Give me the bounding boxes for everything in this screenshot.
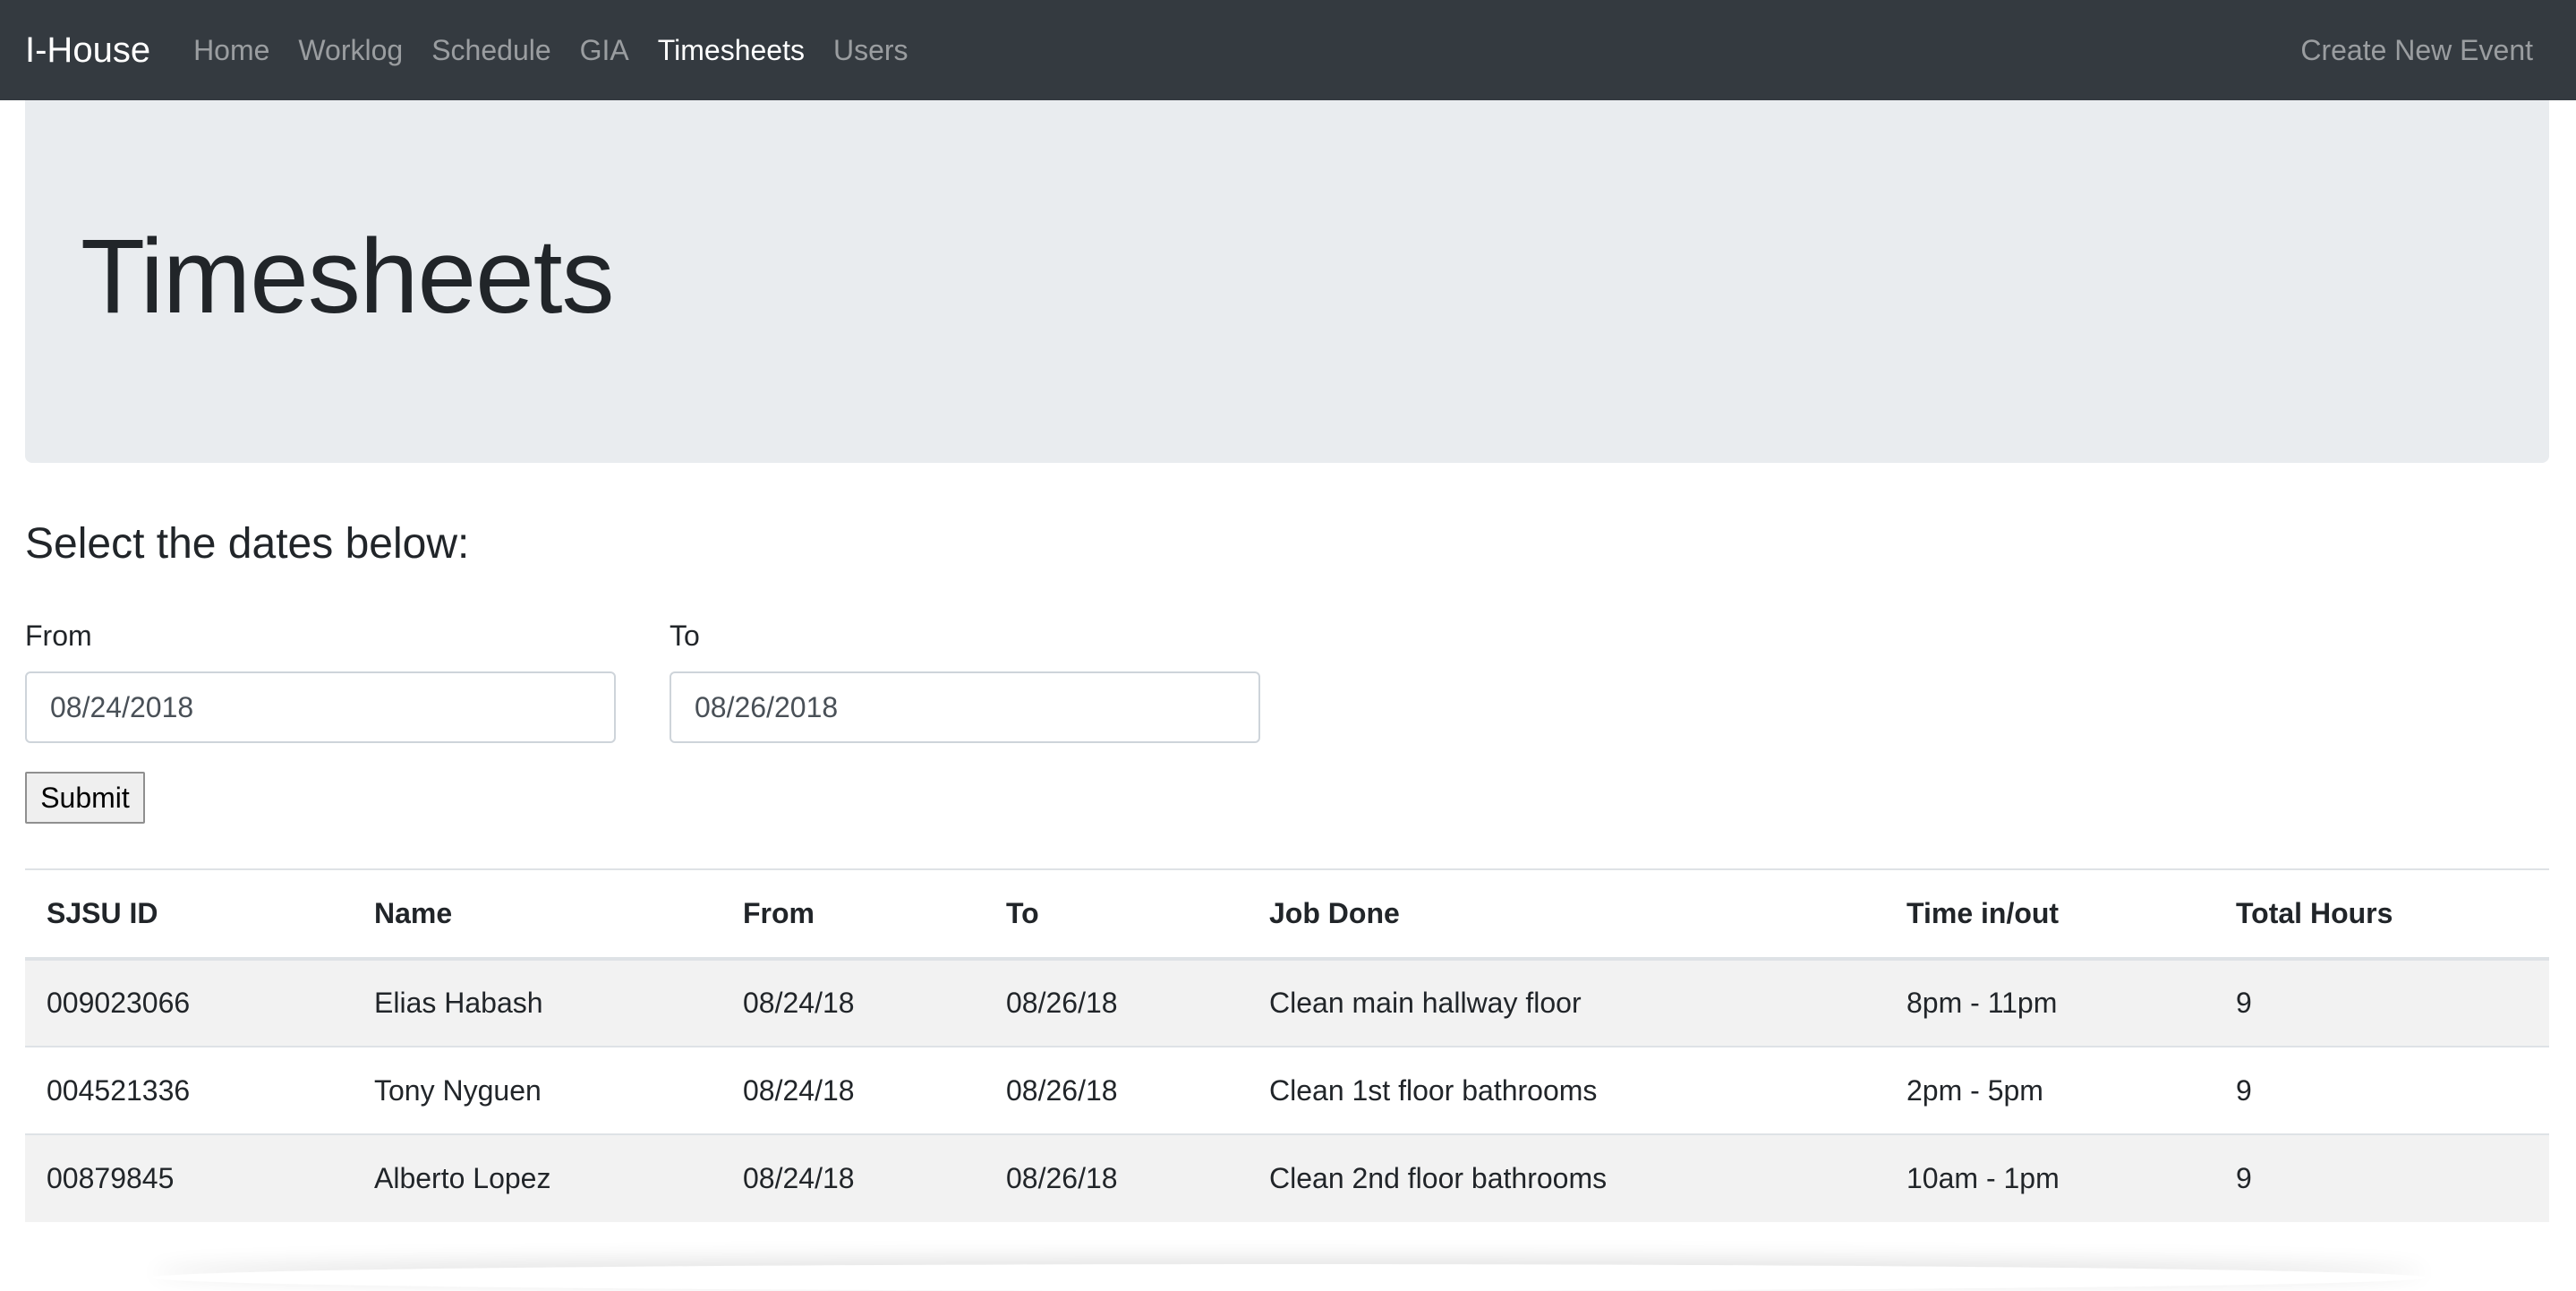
header-sjsu-id: SJSU ID [25,868,353,961]
date-select-heading: Select the dates below: [25,520,470,568]
nav-link-timesheets[interactable]: Timesheets [658,34,805,67]
cell-from: 08/24/18 [721,1046,985,1134]
nav-link-schedule[interactable]: Schedule [431,34,550,67]
header-name: Name [353,868,721,961]
cell-total-hours: 9 [2214,1046,2549,1134]
cell-sjsu-id: 009023066 [25,958,353,1047]
header-job-done: Job Done [1248,868,1885,961]
top-navbar: I-House Home Worklog Schedule GIA Timesh… [0,0,2576,100]
cell-job-done: Clean 1st floor bathrooms [1248,1046,1885,1134]
cell-sjsu-id: 004521336 [25,1046,353,1134]
to-date-input[interactable] [670,671,1260,743]
nav-link-home[interactable]: Home [193,34,269,67]
cell-name: Alberto Lopez [353,1133,721,1222]
table-header-row: SJSU ID Name From To Job Done Time in/ou… [25,868,2549,961]
to-label: To [670,620,700,652]
cell-to: 08/26/18 [985,1046,1248,1134]
bottom-shadow-divider [152,1264,2426,1291]
cell-job-done: Clean main hallway floor [1248,958,1885,1047]
table-row: 00879845 Alberto Lopez 08/24/18 08/26/18… [25,1133,2549,1222]
nav-links: Home Worklog Schedule GIA Timesheets Use… [193,34,936,67]
nav-link-gia[interactable]: GIA [580,34,629,67]
table-row: 009023066 Elias Habash 08/24/18 08/26/18… [25,958,2549,1047]
timesheet-table: SJSU ID Name From To Job Done Time in/ou… [25,868,2549,1222]
cell-to: 08/26/18 [985,958,1248,1047]
page-title: Timesheets [81,218,614,336]
cell-job-done: Clean 2nd floor bathrooms [1248,1133,1885,1222]
from-date-input[interactable] [25,671,616,743]
header-time-in-out: Time in/out [1885,868,2214,961]
cell-sjsu-id: 00879845 [25,1133,353,1222]
header-total-hours: Total Hours [2214,868,2549,961]
cell-total-hours: 9 [2214,1133,2549,1222]
cell-from: 08/24/18 [721,958,985,1047]
jumbotron: Timesheets [25,100,2549,463]
cell-total-hours: 9 [2214,958,2549,1047]
cell-name: Elias Habash [353,958,721,1047]
header-from: From [721,868,985,961]
brand-link[interactable]: I-House [25,30,150,71]
cell-time-in-out: 2pm - 5pm [1885,1046,2214,1134]
cell-time-in-out: 8pm - 11pm [1885,958,2214,1047]
from-label: From [25,620,92,652]
header-to: To [985,868,1248,961]
table-row: 004521336 Tony Nyguen 08/24/18 08/26/18 … [25,1046,2549,1134]
cell-from: 08/24/18 [721,1133,985,1222]
submit-button[interactable]: Submit [25,772,145,824]
cell-time-in-out: 10am - 1pm [1885,1133,2214,1222]
create-new-event-link[interactable]: Create New Event [2300,34,2533,67]
cell-name: Tony Nyguen [353,1046,721,1134]
nav-link-worklog[interactable]: Worklog [298,34,403,67]
cell-to: 08/26/18 [985,1133,1248,1222]
nav-link-users[interactable]: Users [833,34,908,67]
